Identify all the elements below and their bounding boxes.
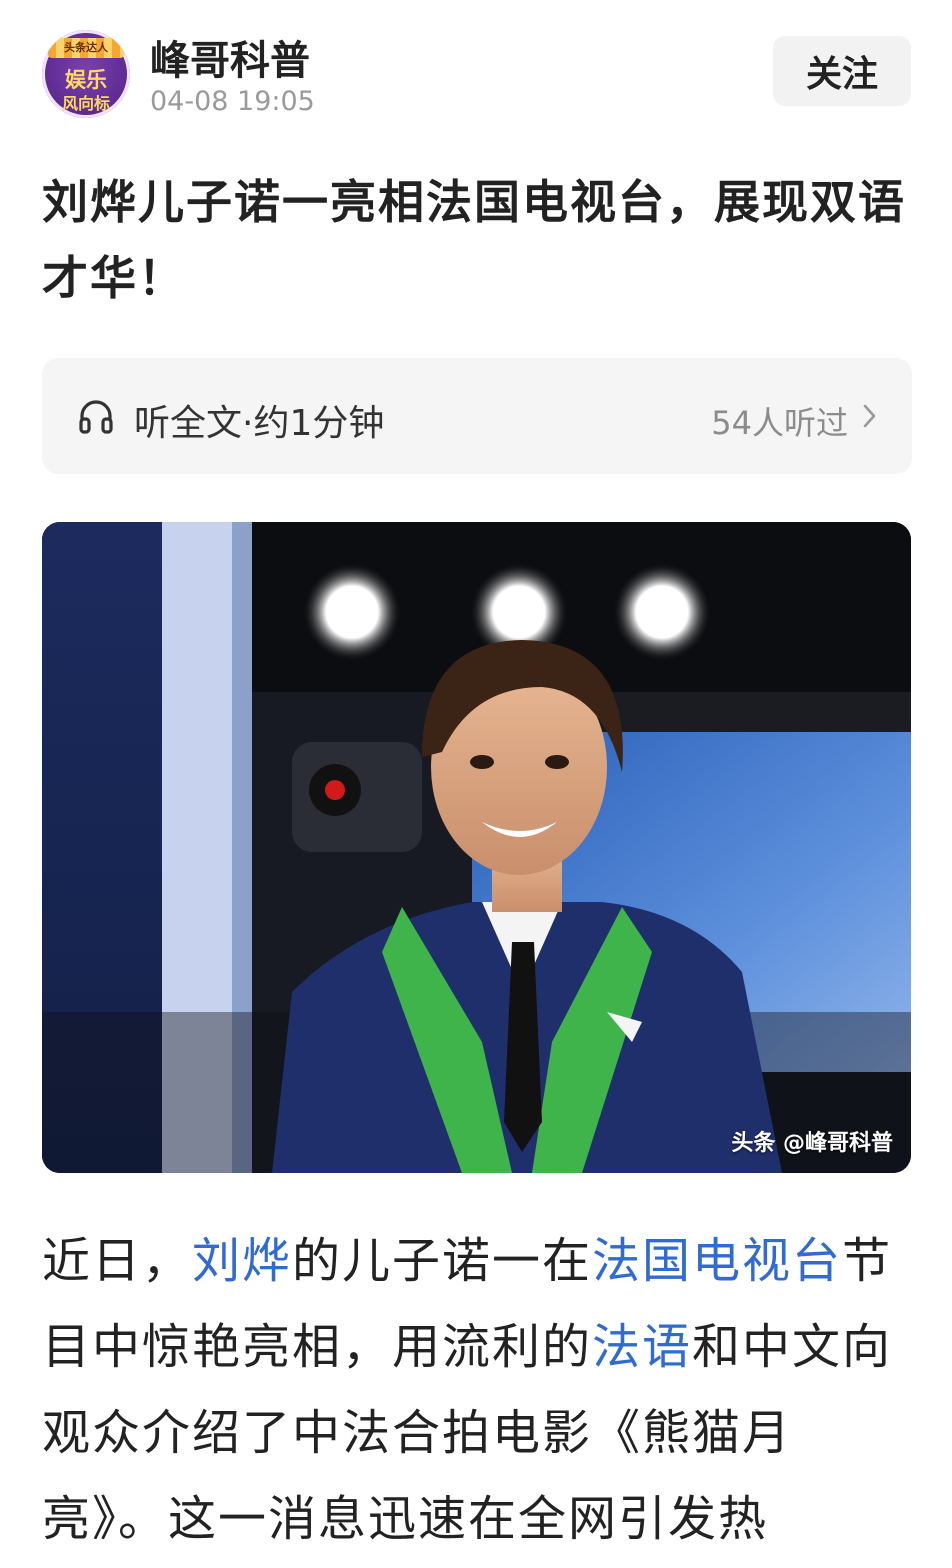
author-avatar[interactable]: 头条达人 娱乐 风向标 [42,30,130,118]
chevron-right-icon [863,404,876,428]
body-text-segment: 的儿子诺一在 [292,1233,593,1289]
keyword-link-liuye[interactable]: 刘烨 [192,1233,292,1289]
studio-photo [42,522,911,1173]
article-body: 近日，刘烨的儿子诺一在法国电视台节目中惊艳亮相，用流利的法语和中文向观众介绍了中… [42,1218,902,1562]
follow-button[interactable]: 关注 [773,36,911,106]
keyword-link-french-tv[interactable]: 法国电视台 [592,1233,842,1289]
keyword-link-french[interactable]: 法语 [592,1319,692,1375]
avatar-text-2: 风向标 [61,94,110,113]
article-title: 刘烨儿子诺一亮相法国电视台，展现双语才华！ [42,175,906,305]
body-text-segment: 近日， [42,1233,193,1289]
listen-full-text-bar[interactable]: 听全文·约1分钟 54人听过 [42,358,912,474]
listen-label: 听全文·约1分钟 [134,403,385,444]
post-time: 04-08 19:05 [150,86,315,117]
avatar-ribbon: 头条达人 [48,38,124,58]
article-header: 头条达人 娱乐 风向标 峰哥科普 04-08 19:05 关注 [0,0,952,150]
article-hero-image[interactable]: 头条 @峰哥科普 [42,522,911,1173]
author-name[interactable]: 峰哥科普 [150,28,310,86]
image-watermark: 头条 @峰哥科普 [731,1131,893,1156]
headphone-icon [79,400,113,434]
listen-count: 54人听过 [711,404,848,442]
